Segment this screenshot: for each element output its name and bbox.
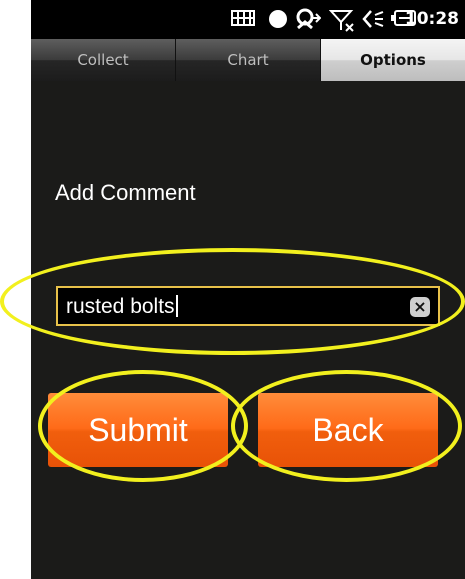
clear-icon[interactable]: × [410,297,430,317]
keyboard-icon [231,10,255,26]
comment-value[interactable]: rusted bolts [66,295,178,319]
tab-chart[interactable]: Chart [176,39,321,81]
tab-bar: Collect Chart Options [31,39,465,81]
speaker-icon [362,10,384,28]
back-button[interactable]: Back [258,393,438,467]
comment-input[interactable]: rusted bolts × [56,286,440,326]
page-title: Add Comment [55,180,196,205]
no-signal-icon [329,10,354,32]
record-icon [269,10,287,28]
status-bar: 10:28 [31,0,465,39]
tab-options[interactable]: Options [321,39,465,81]
submit-button[interactable]: Submit [48,393,228,467]
text-caret [175,295,178,317]
tab-collect[interactable]: Collect [31,39,176,81]
clock: 10:28 [404,9,459,29]
sync-icon [296,8,321,30]
phone-screen: 10:28 Collect Chart Options Add Comment … [31,0,465,579]
